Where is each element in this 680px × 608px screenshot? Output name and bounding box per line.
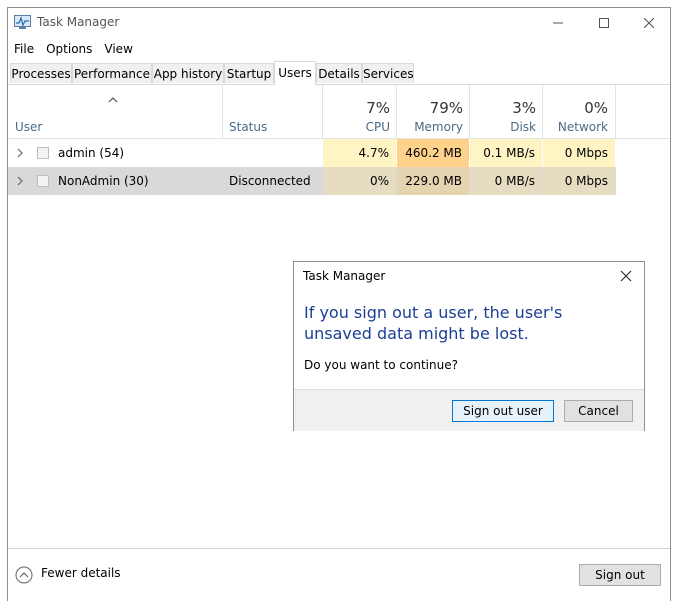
close-icon [644, 18, 654, 28]
maximize-button[interactable] [581, 8, 627, 38]
user-status [229, 139, 322, 167]
network-total: 0% [584, 99, 608, 117]
sign-out-user-button[interactable]: Sign out user [452, 400, 554, 422]
user-name: NonAdmin (30) [58, 174, 149, 188]
memory-cell: 460.2 MB [397, 139, 469, 167]
column-network[interactable]: Network [542, 120, 608, 134]
sign-out-dialog: Task Manager If you sign out a user, the… [293, 261, 645, 431]
menu-view[interactable]: View [98, 39, 138, 59]
dialog-question: Do you want to continue? [304, 358, 458, 372]
sign-out-button[interactable]: Sign out [579, 564, 661, 586]
chevron-right-icon[interactable] [16, 148, 24, 158]
cancel-button[interactable]: Cancel [564, 400, 633, 422]
chevron-right-icon[interactable] [16, 176, 24, 186]
minimize-button[interactable] [535, 8, 581, 38]
user-status: Disconnected [229, 174, 311, 188]
column-separator [222, 85, 223, 138]
memory-total: 79% [429, 99, 463, 117]
column-cpu[interactable]: CPU [322, 120, 390, 134]
tab-details[interactable]: Details [316, 63, 362, 83]
user-icon [37, 147, 49, 159]
dialog-heading: If you sign out a user, the user's unsav… [304, 303, 563, 343]
user-name: admin (54) [58, 146, 125, 160]
title-bar: Task Manager [8, 8, 670, 38]
disk-cell: 0 MB/s [470, 167, 542, 195]
menu-options[interactable]: Options [40, 39, 98, 59]
dialog-button-bar: Sign out user Cancel [294, 389, 644, 431]
dialog-title: Task Manager [303, 269, 386, 283]
footer-bar: Fewer details Sign out [8, 548, 670, 602]
menu-bar: File Options View [8, 39, 139, 59]
close-button[interactable] [626, 8, 672, 38]
tab-startup[interactable]: Startup [224, 63, 274, 83]
task-manager-icon [14, 15, 31, 29]
menu-file[interactable]: File [8, 39, 40, 59]
column-user[interactable]: User [15, 120, 42, 134]
tab-performance[interactable]: Performance [72, 63, 152, 83]
column-disk[interactable]: Disk [469, 120, 536, 134]
minimize-icon [553, 22, 563, 24]
column-separator [615, 85, 616, 138]
close-icon[interactable] [616, 266, 636, 286]
user-icon [37, 175, 49, 187]
network-cell: 0 Mbps [543, 167, 615, 195]
tab-services[interactable]: Services [362, 63, 414, 83]
fewer-details-link[interactable]: Fewer details [41, 566, 121, 580]
maximize-icon [599, 18, 609, 28]
table-row[interactable]: admin (54) 4.7% 460.2 MB 0.1 MB/s 0 Mbps [8, 139, 616, 167]
window-title: Task Manager [37, 15, 120, 29]
column-memory[interactable]: Memory [396, 120, 463, 134]
tab-app-history[interactable]: App history [152, 63, 224, 83]
tab-processes[interactable]: Processes [10, 63, 72, 83]
chevron-up-circle-icon[interactable] [15, 566, 33, 584]
table-row[interactable]: NonAdmin (30) Disconnected 0% 229.0 MB 0… [8, 167, 616, 195]
cpu-total: 7% [366, 99, 390, 117]
cpu-cell: 0% [323, 167, 396, 195]
column-header: User Status 7% CPU 79% Memory 3% Disk 0%… [8, 85, 670, 139]
disk-cell: 0.1 MB/s [470, 139, 542, 167]
tab-users[interactable]: Users [274, 61, 316, 85]
tab-bar: Processes Performance App history Startu… [8, 61, 670, 85]
disk-total: 3% [512, 99, 536, 117]
chevron-up-icon [108, 97, 118, 103]
column-status[interactable]: Status [229, 120, 267, 134]
memory-cell: 229.0 MB [397, 167, 469, 195]
network-cell: 0 Mbps [543, 139, 615, 167]
cpu-cell: 4.7% [323, 139, 396, 167]
